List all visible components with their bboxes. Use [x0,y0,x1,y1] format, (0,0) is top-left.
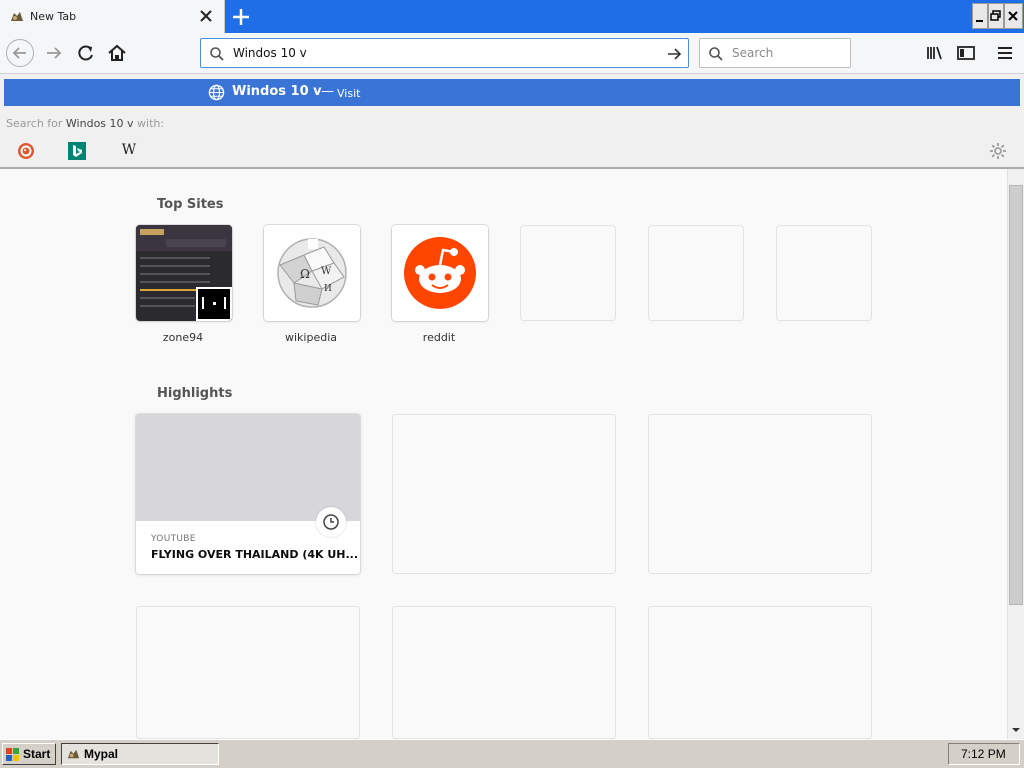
minimize-button[interactable] [972,3,988,29]
suggestion-action: Visit [337,87,361,100]
arrow-left-icon [12,47,26,59]
forward-button[interactable] [40,39,68,67]
top-site-tile[interactable] [392,225,488,321]
top-site-tile[interactable] [136,225,232,321]
taskbar-item-mypal[interactable]: Mypal [61,743,219,765]
tab-title: New Tab [30,10,77,23]
top-site-label: zone94 [162,331,204,344]
tab-strip: New Tab [0,0,1024,33]
start-label: Start [23,747,51,761]
top-site-tile[interactable]: Ω W И [264,225,360,321]
empty-highlight-card [648,414,872,574]
search-with-label: Search for Windos 10 v with: [6,117,164,130]
top-site-label: wikipedia [284,331,337,344]
menu-button[interactable] [991,39,1019,67]
duckduckgo-icon[interactable] [17,142,35,160]
suggestion-row[interactable]: Windos 10 v — Visit [4,79,1020,106]
empty-site-tile [648,225,744,321]
bing-icon[interactable] [68,142,86,160]
highlight-source: YOUTUBE [151,534,196,544]
search-with-prefix: Search for [6,117,66,130]
empty-site-tile [520,225,616,321]
svg-text:И: И [324,284,332,294]
tab-new-tab[interactable]: New Tab [0,0,225,33]
empty-highlight-card [136,606,360,739]
highlight-card[interactable]: YOUTUBE FLYING OVER THAILAND (4K UH... [136,414,360,574]
clock-badge [316,507,346,537]
search-input[interactable]: Search [732,46,773,60]
clock-icon [323,514,339,530]
highlight-title: FLYING OVER THAILAND (4K UH... [151,548,359,561]
taskbar-item-label: Mypal [84,747,119,761]
url-suggestions-popup: Windos 10 v — Visit Search for Windos 10… [0,74,1024,169]
clock: 7:12 PM [961,747,1006,761]
url-input[interactable]: Windos 10 v [233,46,307,60]
url-bar[interactable]: Windos 10 v [200,38,689,68]
restore-button[interactable] [988,3,1004,29]
site-screenshot [136,225,232,321]
close-window-button[interactable] [1004,3,1023,29]
mypal-icon [67,749,80,759]
empty-highlight-card [392,414,616,574]
search-with-query: Windos 10 v [65,117,134,130]
navigation-toolbar: Windos 10 v Search [0,33,1024,74]
mypal-icon [11,12,23,21]
empty-site-tile [776,225,872,321]
empty-highlight-card [392,606,616,739]
library-button[interactable] [921,39,949,67]
system-tray: 7:12 PM [948,743,1020,765]
suggestion-separator: — [321,84,334,99]
vertical-scrollbar[interactable] [1007,169,1024,739]
close-icon[interactable] [198,8,214,24]
search-with-suffix: with: [133,117,165,130]
scroll-down-arrow-icon[interactable] [1011,725,1021,735]
scrollbar-thumb[interactable] [1009,185,1023,605]
search-icon [210,47,224,61]
reload-button[interactable] [72,39,100,67]
gear-icon[interactable] [989,142,1007,160]
sidebar-button[interactable] [952,39,980,67]
windows-logo-icon [6,748,19,761]
highlights-title: Highlights [157,386,233,401]
svg-text:Ω: Ω [300,267,310,281]
suggestion-title: Windos 10 v [232,84,322,99]
search-bar[interactable]: Search [699,38,851,68]
home-button[interactable] [103,39,131,67]
wikipedia-icon[interactable]: W [119,142,139,160]
wikipedia-globe-icon: Ω W И [264,225,360,321]
new-tab-button[interactable] [231,7,251,27]
svg-text:W: W [321,266,332,277]
start-button[interactable]: Start [2,743,56,765]
top-sites-title: Top Sites [157,197,224,212]
search-icon [709,47,723,61]
back-button[interactable] [6,39,34,67]
taskbar: Start Mypal 7:12 PM [0,739,1024,768]
highlight-image [136,414,360,521]
go-arrow-icon[interactable] [665,45,683,63]
empty-highlight-card [648,606,872,739]
top-site-label: reddit [422,331,456,344]
reddit-icon [392,225,488,321]
globe-icon [208,84,225,101]
